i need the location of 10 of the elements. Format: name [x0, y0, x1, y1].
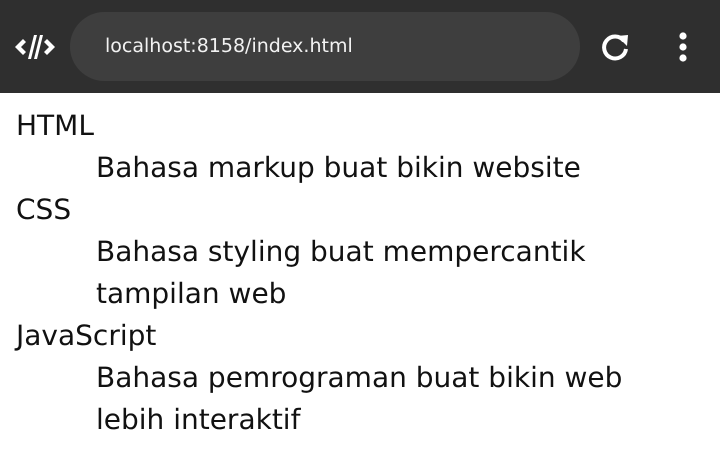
address-bar[interactable]: localhost:8158/index.html [70, 12, 580, 81]
term: CSS [16, 193, 72, 226]
description: Bahasa pemrograman buat bikin web lebih interaktif [96, 361, 622, 436]
term: JavaScript [16, 319, 156, 352]
term: HTML [16, 109, 94, 142]
description: Bahasa markup buat bikin website [96, 151, 581, 184]
site-logo-icon[interactable] [14, 32, 56, 60]
reload-icon[interactable] [600, 32, 630, 62]
menu-icon[interactable] [678, 32, 688, 62]
description: Bahasa styling buat mempercantik tampilan web [96, 235, 586, 310]
